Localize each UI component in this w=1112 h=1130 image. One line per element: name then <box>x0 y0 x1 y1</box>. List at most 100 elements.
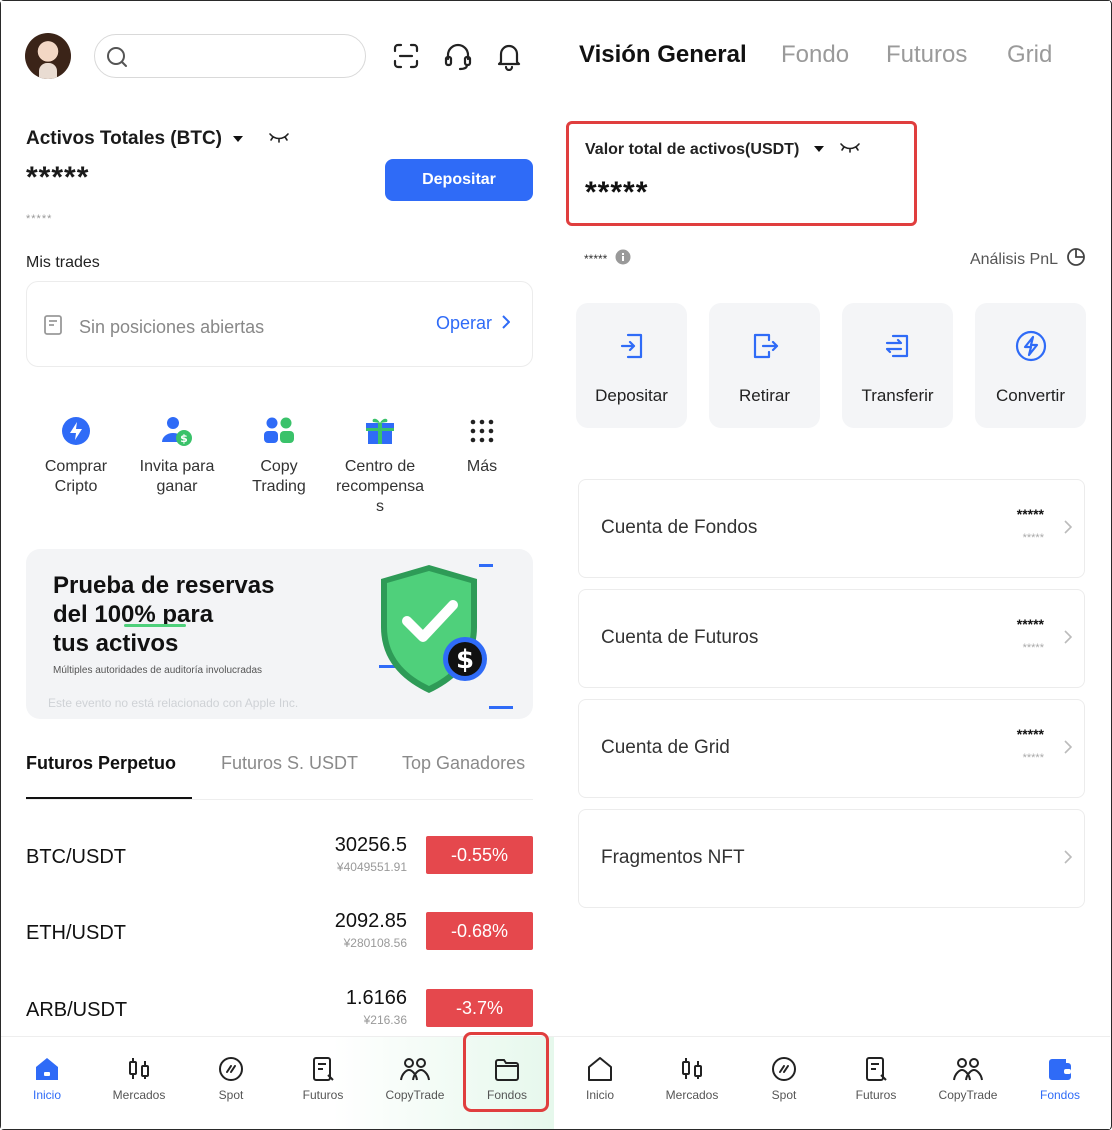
market-row-arb[interactable]: ARB/USDT 1.6166 ¥216.36 -3.7% <box>26 987 533 1037</box>
tab-futures[interactable]: Futuros <box>886 41 967 69</box>
chevron-right-icon <box>502 313 511 334</box>
banner-disclaimer: Este evento no está relacionado con Appl… <box>48 696 299 710</box>
nav-funds[interactable]: Fondos <box>1014 1037 1106 1129</box>
quick-copy-trading-label: Copy Trading <box>252 458 306 495</box>
tab-perpetual-futures[interactable]: Futuros Perpetuo <box>26 753 176 774</box>
nav-futures[interactable]: Futuros <box>277 1037 369 1129</box>
nav-markets[interactable]: Mercados <box>93 1037 185 1129</box>
nav-home[interactable]: Inicio <box>554 1037 646 1129</box>
caret-down-icon[interactable] <box>813 141 825 159</box>
headset-icon[interactable] <box>441 39 475 73</box>
market-row-btc[interactable]: BTC/USDT 30256.5 ¥4049551.91 -0.55% <box>26 834 533 884</box>
pnl-analysis-link[interactable]: Análisis PnL <box>970 247 1086 272</box>
total-assets-sub-value: ***** <box>26 213 53 225</box>
chevron-right-icon <box>1064 520 1073 539</box>
account-name: Cuenta de Futuros <box>601 627 759 648</box>
candlestick-icon <box>93 1054 185 1084</box>
tab-grid[interactable]: Grid <box>1007 41 1052 69</box>
document-icon <box>41 313 65 342</box>
account-sub-value: ***** <box>1022 752 1044 764</box>
market-row-eth[interactable]: ETH/USDT 2092.85 ¥280108.56 -0.68% <box>26 910 533 960</box>
transfer-action[interactable]: Transferir <box>842 303 953 428</box>
account-funds[interactable]: Cuenta de Fondos ***** ***** <box>578 479 1085 578</box>
fiat-price: ¥280108.56 <box>343 936 407 950</box>
quick-invite[interactable]: $ Invita para ganar <box>127 413 227 497</box>
withdraw-action[interactable]: Retirar <box>709 303 820 428</box>
account-futures[interactable]: Cuenta de Futuros ***** ***** <box>578 589 1085 688</box>
tab-fund[interactable]: Fondo <box>781 41 849 69</box>
copy-trading-icon <box>229 413 329 449</box>
last-price: 2092.85 <box>334 910 407 932</box>
futures-icon <box>277 1054 369 1084</box>
nav-copytrade[interactable]: CopyTrade <box>922 1037 1014 1129</box>
total-assets-value: ***** <box>26 161 90 194</box>
sub-value: ***** <box>584 249 631 268</box>
trade-link-text: Operar <box>435 313 492 333</box>
quick-copy-trading[interactable]: Copy Trading <box>229 413 329 497</box>
nav-home[interactable]: Inicio <box>1 1037 93 1129</box>
bell-icon[interactable] <box>492 39 526 73</box>
total-value-text: Valor total de activos(USDT) <box>585 140 800 158</box>
info-icon[interactable] <box>615 249 631 268</box>
nav-copytrade-label: CopyTrade <box>938 1088 998 1102</box>
tab-usdt-futures[interactable]: Futuros S. USDT <box>221 753 358 774</box>
tab-top-gainers[interactable]: Top Ganadores <box>402 753 525 774</box>
chevron-right-icon <box>1064 850 1073 869</box>
nav-copytrade[interactable]: CopyTrade <box>369 1037 461 1129</box>
last-price: 1.6166 <box>345 987 407 1009</box>
pair-name: BTC/USDT <box>26 846 126 868</box>
convert-action-label: Convertir <box>996 386 1065 405</box>
proof-of-reserves-banner[interactable]: Prueba de reservas del 100% para tus act… <box>26 549 533 719</box>
account-grid[interactable]: Cuenta de Grid ***** ***** <box>578 699 1085 798</box>
nav-futures-label: Futuros <box>302 1088 344 1102</box>
deposit-button[interactable]: Depositar <box>385 159 533 201</box>
banner-underline <box>124 624 186 627</box>
nav-spot-label: Spot <box>218 1088 244 1102</box>
convert-action[interactable]: Convertir <box>975 303 1086 428</box>
trade-link[interactable]: Operar <box>435 313 511 334</box>
market-tabs: Futuros Perpetuo Futuros S. USDT Top Gan… <box>26 753 554 800</box>
quick-invite-label: Invita para ganar <box>139 458 215 495</box>
futures-icon <box>830 1054 922 1084</box>
quick-more[interactable]: Más <box>432 413 532 477</box>
chevron-right-icon <box>1064 630 1073 649</box>
my-trades-title: Mis trades <box>26 254 100 271</box>
avatar[interactable] <box>25 33 71 79</box>
account-value: ***** <box>1016 616 1044 632</box>
nav-copytrade-label: CopyTrade <box>385 1088 445 1102</box>
change-badge: -0.55% <box>426 836 533 874</box>
spot-icon <box>738 1054 830 1084</box>
convert-icon <box>975 329 1086 363</box>
tab-overview[interactable]: Visión General <box>579 41 747 69</box>
quick-rewards-center-label: Centro de recompensa s <box>335 458 425 515</box>
eye-closed-icon[interactable] <box>268 128 290 150</box>
transfer-icon <box>842 329 953 363</box>
nav-markets[interactable]: Mercados <box>646 1037 738 1129</box>
home-icon <box>554 1054 646 1084</box>
search-bar[interactable] <box>94 34 366 78</box>
home-screen: Activos Totales (BTC) ***** ***** Deposi… <box>1 1 554 1129</box>
nav-spot[interactable]: Spot <box>185 1037 277 1129</box>
banner-subtitle: Múltiples autoridades de auditoría invol… <box>53 665 263 676</box>
change-badge: -0.68% <box>426 912 533 950</box>
search-input[interactable] <box>135 45 355 69</box>
folder-icon <box>461 1054 553 1084</box>
nav-funds[interactable]: Fondos <box>461 1037 553 1129</box>
total-value-label[interactable]: Valor total de activos(USDT) <box>585 140 861 159</box>
quick-buy-crypto[interactable]: Comprar Cripto <box>26 413 126 497</box>
scan-icon[interactable] <box>389 39 423 73</box>
nav-spot[interactable]: Spot <box>738 1037 830 1129</box>
transfer-action-label: Transferir <box>861 386 934 405</box>
spot-icon <box>185 1054 277 1084</box>
pie-chart-icon <box>1066 247 1086 272</box>
deposit-action[interactable]: Depositar <box>576 303 687 428</box>
account-nft-fragments[interactable]: Fragmentos NFT <box>578 809 1085 908</box>
total-assets-label[interactable]: Activos Totales (BTC) <box>26 128 290 150</box>
account-name: Cuenta de Grid <box>601 737 730 758</box>
nav-spot-label: Spot <box>771 1088 797 1102</box>
pair-name: ARB/USDT <box>26 999 128 1021</box>
caret-down-icon[interactable] <box>232 128 244 150</box>
quick-rewards-center[interactable]: Centro de recompensa s <box>330 413 430 517</box>
nav-futures[interactable]: Futuros <box>830 1037 922 1129</box>
eye-closed-icon[interactable] <box>839 140 861 159</box>
